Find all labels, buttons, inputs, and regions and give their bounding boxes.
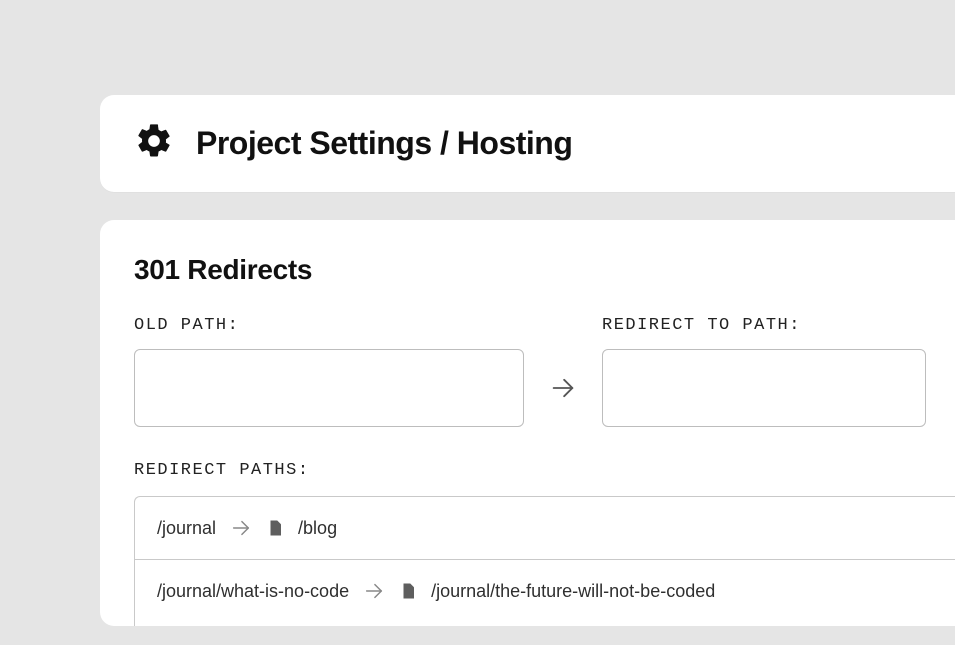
- redirect-to: /blog: [298, 518, 337, 539]
- page-icon: [266, 519, 284, 537]
- breadcrumb-title: Project Settings / Hosting: [196, 125, 572, 162]
- section-title: 301 Redirects: [134, 254, 926, 286]
- redirect-from: /journal: [157, 518, 216, 539]
- old-path-group: OLD PATH:: [134, 316, 524, 427]
- redirect-list-label: REDIRECT PATHS:: [134, 461, 926, 480]
- redirect-to-label: REDIRECT TO PATH:: [602, 316, 926, 335]
- arrow-right-icon: [230, 517, 252, 539]
- header-card: Project Settings / Hosting: [100, 95, 955, 192]
- old-path-label: OLD PATH:: [134, 316, 524, 335]
- redirect-row[interactable]: /journal/what-is-no-code /journal/the-fu…: [135, 560, 955, 626]
- redirect-form-row: OLD PATH: REDIRECT TO PATH:: [134, 316, 926, 427]
- redirect-to-input[interactable]: [602, 349, 926, 427]
- redirect-to: /journal/the-future-will-not-be-coded: [431, 581, 715, 602]
- gear-icon: [134, 121, 174, 166]
- arrow-right-icon: [363, 580, 385, 602]
- redirect-list: /journal /blog /journal/what-is-no-code: [134, 496, 955, 626]
- redirect-row[interactable]: /journal /blog: [135, 497, 955, 560]
- redirects-card: 301 Redirects OLD PATH: REDIRECT TO PATH…: [100, 220, 955, 626]
- old-path-input[interactable]: [134, 349, 524, 427]
- redirect-from: /journal/what-is-no-code: [157, 581, 349, 602]
- page-icon: [399, 582, 417, 600]
- arrow-right-icon: [548, 349, 578, 427]
- redirect-to-group: REDIRECT TO PATH:: [602, 316, 926, 427]
